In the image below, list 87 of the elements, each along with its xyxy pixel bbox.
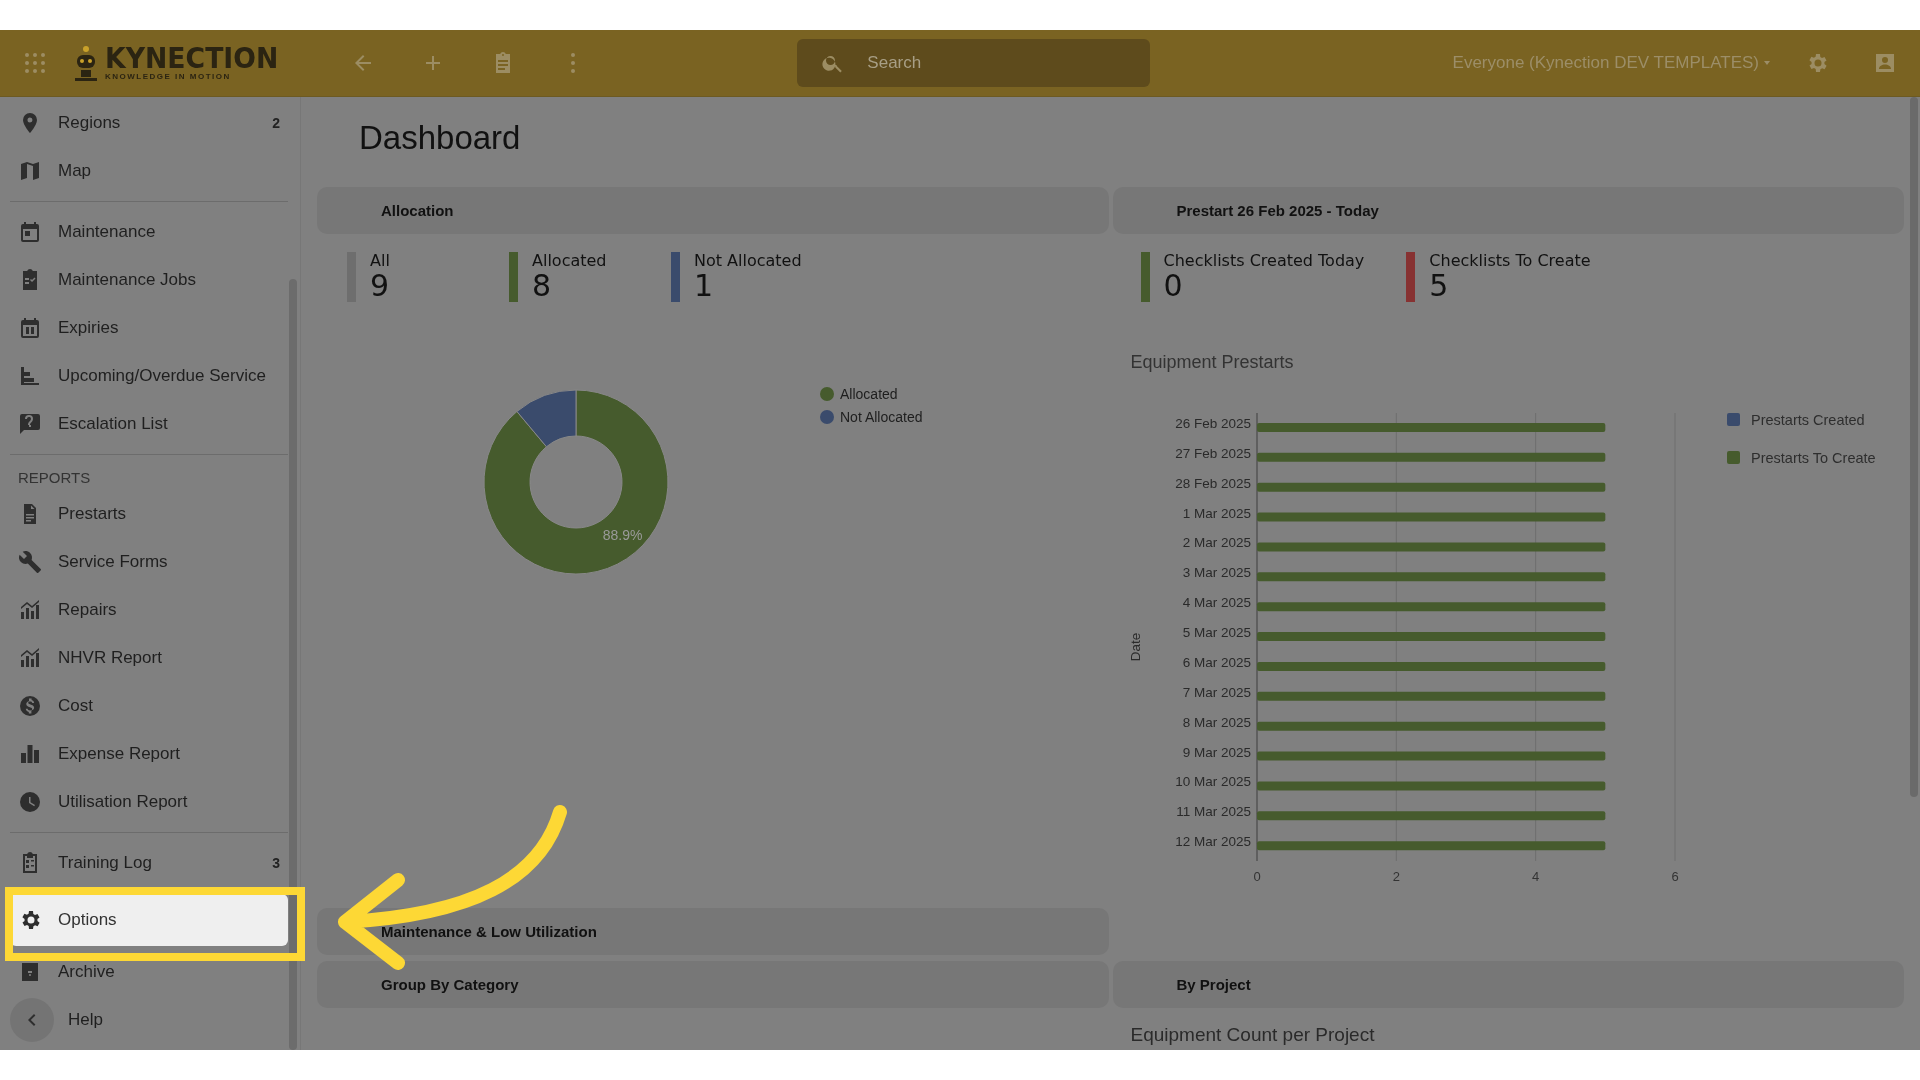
sidebar-item[interactable]: Expense Report [10,730,288,778]
stat-label: All [370,252,390,270]
slice-label: 88.9% [602,527,643,543]
panel-header: Allocation [317,187,1109,234]
chart-title: Equipment Count per Project [1130,1024,1376,1046]
clock-icon [18,790,42,814]
question-bubble-icon [18,412,42,436]
stat-label: Checklists Created Today [1163,252,1365,270]
sidebar-item[interactable]: Utilisation Report [10,778,288,826]
axis-tick-label: 11 Mar 2025 [1175,804,1251,820]
axis-tick-label: 26 Feb 2025 [1174,416,1251,431]
stat-label: Checklists To Create [1429,252,1591,270]
axis-tick-label: 7 Mar 2025 [1182,684,1251,700]
axis-tick-label: 4 Mar 2025 [1182,595,1251,611]
calendar-icon [18,316,42,340]
logo-tagline: KNOWLEDGE IN MOTION [105,72,231,81]
wrench-icon [18,550,42,574]
legend-dot [820,387,834,401]
logo-name: KYNECTION [105,45,279,72]
stat-value: 8 [532,270,553,302]
axis-tick-label: 6 Mar 2025 [1182,654,1251,670]
sidebar-item[interactable]: Training Log 3 [10,839,288,887]
axis-tick-label: 5 Mar 2025 [1182,625,1251,641]
axis-tick-label: 2 Mar 2025 [1182,535,1251,551]
sidebar-item[interactable]: Prestarts [10,490,288,538]
apps-grid-icon[interactable] [23,51,47,75]
bar-chart-icon [18,742,42,766]
account-icon[interactable] [1873,51,1897,75]
sidebar-item[interactable]: Options [10,894,288,946]
sidebar-item[interactable]: Expiries [10,304,288,352]
gantt-icon [18,364,42,388]
search-field[interactable]: Search [797,39,1151,87]
axis-tick-label: 3 Mar 2025 [1182,565,1251,581]
stat-value: 5 [1429,270,1450,302]
dollar-icon [18,694,42,718]
axis-tick-label: 27 Feb 2025 [1174,445,1251,461]
calendar-icon [18,220,42,244]
legend-label: Allocated [840,386,898,402]
axis-tick-label: 2 [1392,869,1400,884]
axis-tick-label: 0 [1252,869,1261,884]
caret-icon [1763,59,1771,67]
stat-label: Allocated [532,252,607,270]
stat-value: 9 [370,270,390,302]
panel-header: By Project [1112,961,1904,1008]
legend-label: Prestarts Created [1750,412,1865,428]
bar-chart-icon [18,646,42,670]
axis-tick-label: 10 Mar 2025 [1174,774,1251,790]
legend-swatch [1726,413,1740,426]
axis-tick-label: 9 Mar 2025 [1182,744,1251,760]
sidebar-item[interactable]: Maintenance [10,208,288,256]
section-heading: REPORTS [17,468,92,488]
map-icon [18,159,42,183]
sidebar-item[interactable]: Regions 2 [10,99,288,147]
panel-header: Group By Category [317,961,1109,1008]
axis-tick-label: 4 [1531,869,1539,884]
sidebar-item[interactable]: Upcoming/Overdue Service [10,352,288,400]
sidebar-item[interactable]: Archive [10,948,288,996]
panel-header: Maintenance & Low Utilization [317,908,1109,955]
sidebar-item[interactable]: Cost [10,682,288,730]
axis-tick-label: 1 Mar 2025 [1182,505,1251,521]
sidebar-item[interactable]: Repairs [10,586,288,634]
sidebar-item[interactable]: Service Forms [10,538,288,586]
count-label: 2 [272,115,280,131]
stat-value: 1 [694,270,715,302]
axis-tick-label: 6 [1670,869,1679,884]
axis-tick-label: 12 Mar 2025 [1174,834,1251,850]
chart-title: Equipment Prestarts [1130,352,1295,373]
legend-dot [820,410,834,424]
page-title: Dashboard [359,119,522,158]
stat-label: Not Allocated [694,252,802,270]
scrollbar[interactable] [1910,97,1918,797]
sidebar-item[interactable]: Escalation List [10,400,288,448]
sidebar-item[interactable]: Maintenance Jobs [10,256,288,304]
sidebar-item[interactable]: Map [10,147,288,195]
stat-value: 0 [1163,270,1184,302]
bar-chart-icon [18,598,42,622]
panel-header: Prestart 26 Feb 2025 - Today [1112,187,1904,234]
sidebar-item[interactable]: NHVR Report [10,634,288,682]
axis-title: Date [1127,632,1143,662]
scrollbar[interactable] [289,279,297,1050]
legend-swatch [1726,451,1740,464]
sidebar-item[interactable]: Help [10,996,288,1044]
legend-label: Prestarts To Create [1750,450,1876,466]
legend-label: Not Allocated [840,409,923,425]
axis-tick-label: 28 Feb 2025 [1174,475,1251,491]
count-label: 3 [272,855,280,871]
axis-tick-label: 8 Mar 2025 [1182,714,1251,730]
